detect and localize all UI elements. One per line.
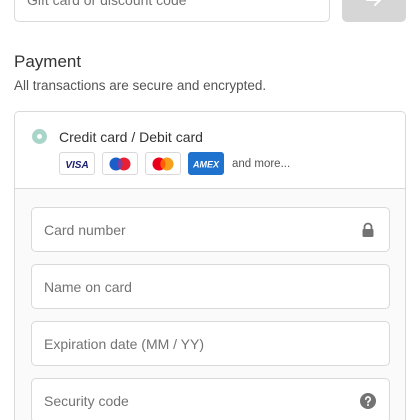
- discount-row: [14, 0, 406, 22]
- name-on-card-input[interactable]: [32, 265, 389, 308]
- and-more-text: and more...: [232, 157, 291, 170]
- payment-method-label: Credit card / Debit card: [59, 129, 203, 145]
- payment-method-radio[interactable]: [32, 129, 47, 144]
- expiration-date-field[interactable]: [31, 321, 390, 366]
- payment-method-credit-card[interactable]: Credit card / Debit card VISA AMEX and m…: [15, 112, 405, 189]
- name-on-card-field[interactable]: [31, 264, 390, 309]
- mastercard-logo: [145, 152, 181, 175]
- radio-selected-dot: [37, 134, 42, 139]
- security-code-field[interactable]: [31, 378, 390, 420]
- apply-discount-button[interactable]: [342, 0, 406, 22]
- lock-icon: [362, 222, 374, 237]
- card-number-input[interactable]: [32, 208, 389, 251]
- amex-logo: AMEX: [188, 152, 224, 175]
- expiration-date-input[interactable]: [32, 322, 389, 365]
- visa-logo: VISA: [59, 152, 95, 175]
- security-code-input[interactable]: [32, 379, 389, 420]
- maestro-logo: [102, 152, 138, 175]
- payment-method-box: Credit card / Debit card VISA AMEX and m…: [14, 111, 406, 420]
- payment-title: Payment: [14, 52, 82, 71]
- card-number-field[interactable]: [31, 207, 390, 252]
- card-logos: VISA AMEX and more...: [59, 152, 290, 175]
- help-icon[interactable]: [360, 393, 376, 409]
- amex-logo-text: AMEX: [192, 159, 220, 169]
- payment-subtitle: All transactions are secure and encrypte…: [14, 78, 267, 93]
- visa-logo-text: VISA: [65, 160, 88, 171]
- discount-code-input[interactable]: [14, 0, 330, 22]
- arrow-right-icon: [366, 0, 381, 6]
